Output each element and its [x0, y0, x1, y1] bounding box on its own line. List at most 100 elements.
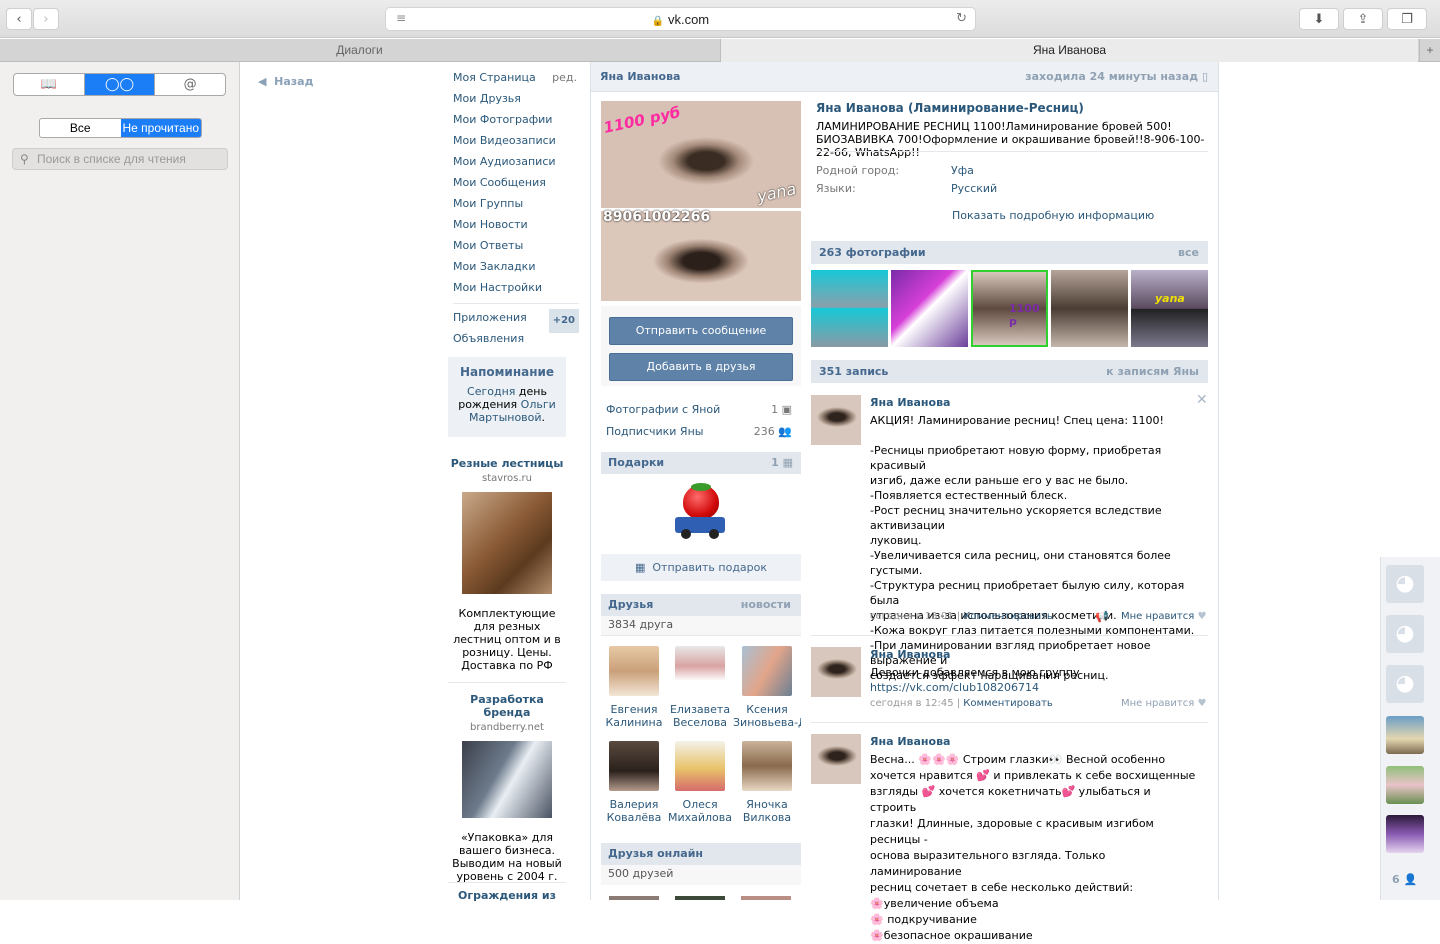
- friend-card[interactable]: Олеся Михайлова: [667, 741, 733, 824]
- friend-card[interactable]: Елизавета Веселова: [667, 646, 733, 729]
- edit-link[interactable]: ред.: [552, 70, 577, 86]
- friend-avatar[interactable]: [675, 646, 725, 696]
- chat-avatar[interactable]: [1386, 716, 1424, 754]
- back-arrow-icon[interactable]: ‹: [6, 8, 32, 30]
- delete-post-icon[interactable]: ✕: [1196, 392, 1208, 408]
- post-author-avatar[interactable]: [811, 734, 861, 784]
- gift-strawberry-icon[interactable]: [673, 483, 729, 539]
- friend-avatar[interactable]: [742, 646, 792, 696]
- chat-avatar[interactable]: [1386, 766, 1424, 804]
- profile-status[interactable]: ЛАМИНИРОВАНИЕ РЕСНИЦ 1100!Ламинирование …: [816, 120, 1206, 159]
- nav-friends[interactable]: Мои Друзья: [453, 92, 521, 105]
- tab-profile[interactable]: Яна Иванова: [720, 39, 1418, 62]
- tab-dialogs[interactable]: Диалоги: [0, 39, 719, 62]
- hometown-link[interactable]: Уфа: [951, 164, 974, 177]
- gifts-header[interactable]: Подарки 1 ▦: [601, 452, 801, 474]
- photo-thumb[interactable]: yana: [1131, 270, 1208, 347]
- friends-news-link[interactable]: новости: [741, 594, 791, 616]
- forward-arrow-icon[interactable]: ›: [33, 8, 59, 30]
- ad-title-3[interactable]: Ограждения из: [448, 889, 566, 902]
- friend-card[interactable]: Яночка Вилкова: [733, 741, 801, 824]
- ad-block-1[interactable]: Резные лестницы stavros.ru Комплектующие…: [448, 457, 566, 672]
- filter-unread-button[interactable]: Не прочитано: [120, 119, 201, 137]
- post-time[interactable]: сегодня в 13:01: [870, 611, 954, 622]
- chat-avatar[interactable]: [1386, 815, 1424, 853]
- reading-list-icon[interactable]: ◯◯: [84, 74, 156, 95]
- nav-audios[interactable]: Мои Аудиозаписи: [453, 155, 556, 168]
- share-megaphone-icon[interactable]: 📢: [1095, 610, 1109, 623]
- online-count[interactable]: 6 👤: [1392, 873, 1417, 886]
- filter-all-button[interactable]: Все: [40, 119, 121, 137]
- send-gift-button[interactable]: ▦ Отправить подарок: [601, 554, 801, 581]
- post-author[interactable]: Яна Иванова: [870, 735, 950, 748]
- nav-bookmarks[interactable]: Мои Закладки: [453, 260, 535, 273]
- online-friend-avatar[interactable]: [609, 896, 659, 900]
- comment-link[interactable]: Комментировать: [963, 611, 1053, 622]
- photo-thumb[interactable]: [891, 270, 968, 347]
- reading-list-search-input[interactable]: ⚲ Поиск в списке для чтения: [12, 148, 228, 170]
- friend-avatar[interactable]: [675, 741, 725, 791]
- friend-avatar[interactable]: [609, 646, 659, 696]
- photos-with-link[interactable]: Фотографии с Яной: [606, 403, 720, 416]
- post-author[interactable]: Яна Иванова: [870, 396, 950, 409]
- wall-owner-posts-link[interactable]: к записям Яны: [1106, 360, 1199, 383]
- ad-image-2[interactable]: [462, 741, 552, 818]
- like-button[interactable]: Мне нравится ♥: [1121, 698, 1206, 709]
- reminder-today-link[interactable]: Сегодня: [467, 385, 515, 398]
- wall-header[interactable]: 351 запись к записям Яны: [811, 360, 1208, 383]
- photos-all-link[interactable]: все: [1178, 241, 1199, 264]
- nav-groups[interactable]: Мои Группы: [453, 197, 523, 210]
- friend-avatar[interactable]: [742, 741, 792, 791]
- nav-messages[interactable]: Мои Сообщения: [453, 176, 546, 189]
- nav-apps[interactable]: Приложения: [453, 311, 527, 324]
- nav-ads[interactable]: Объявления: [453, 332, 524, 345]
- post-author-avatar[interactable]: [811, 395, 861, 445]
- photo-thumb[interactable]: [1051, 270, 1128, 347]
- shared-links-icon[interactable]: @: [155, 74, 225, 95]
- share-icon[interactable]: ⇪: [1343, 8, 1383, 30]
- ad-title-2[interactable]: Разработка бренда: [448, 693, 566, 719]
- tabs-overview-icon[interactable]: ❐: [1387, 8, 1427, 30]
- add-friend-button[interactable]: Добавить в друзья: [609, 353, 793, 381]
- nav-settings[interactable]: Мои Настройки: [453, 281, 542, 294]
- nav-photos[interactable]: Мои Фотографии: [453, 113, 552, 126]
- dog-avatar-icon[interactable]: ◕: [1386, 615, 1424, 653]
- ad-title[interactable]: Резные лестницы: [448, 457, 566, 470]
- reload-icon[interactable]: ↻: [956, 11, 967, 26]
- photo-thumb[interactable]: 1100 р: [971, 270, 1048, 347]
- friend-card[interactable]: Валерия Ковалёва: [601, 741, 667, 824]
- nav-news[interactable]: Мои Новости: [453, 218, 528, 231]
- friend-avatar[interactable]: [609, 741, 659, 791]
- ad-image[interactable]: [462, 492, 552, 594]
- languages-link[interactable]: Русский: [951, 182, 997, 195]
- back-link[interactable]: ◀ Назад: [258, 75, 313, 88]
- dog-avatar-icon[interactable]: ◕: [1386, 565, 1424, 603]
- nav-videos[interactable]: Мои Видеозаписи: [453, 134, 556, 147]
- post-author[interactable]: Яна Иванова: [870, 648, 950, 661]
- online-friend-avatar[interactable]: [741, 896, 791, 900]
- comment-link[interactable]: Комментировать: [963, 698, 1053, 709]
- show-details-link[interactable]: Показать подробную информацию: [952, 209, 1154, 222]
- profile-avatar[interactable]: 1100 руб 89061002266 yana: [601, 101, 801, 301]
- online-friends-header[interactable]: Друзья онлайн: [601, 843, 801, 865]
- address-bar[interactable]: ≡ 🔒 vk.com ↻: [385, 7, 976, 31]
- post-author-avatar[interactable]: [811, 647, 861, 697]
- nav-answers[interactable]: Мои Ответы: [453, 239, 523, 252]
- dog-avatar-icon[interactable]: ◕: [1386, 665, 1424, 703]
- downloads-icon[interactable]: ⬇: [1299, 8, 1339, 30]
- new-tab-icon[interactable]: +: [1419, 39, 1440, 62]
- post-group-link[interactable]: https://vk.com/club108206714: [870, 681, 1039, 694]
- post-time[interactable]: сегодня в 12:45: [870, 698, 954, 709]
- photos-header[interactable]: 263 фотографии все: [811, 241, 1208, 264]
- friends-header[interactable]: Друзья новости: [601, 594, 801, 616]
- friend-card[interactable]: Евгения Калинина: [601, 646, 667, 729]
- like-button[interactable]: Мне нравится ♥: [1121, 611, 1206, 622]
- send-message-button[interactable]: Отправить сообщение: [609, 317, 793, 345]
- friend-card[interactable]: КсенияЗиновьева-Данилевич: [733, 646, 801, 729]
- bookmarks-icon[interactable]: 📖: [14, 74, 85, 95]
- photo-thumb[interactable]: [811, 270, 888, 347]
- online-friend-avatar[interactable]: [675, 896, 725, 900]
- followers-link[interactable]: Подписчики Яны: [606, 425, 703, 438]
- nav-my-page[interactable]: Моя Страница: [453, 71, 536, 84]
- ad-block-2[interactable]: Разработка бренда brandberry.net «Упаков…: [448, 693, 566, 883]
